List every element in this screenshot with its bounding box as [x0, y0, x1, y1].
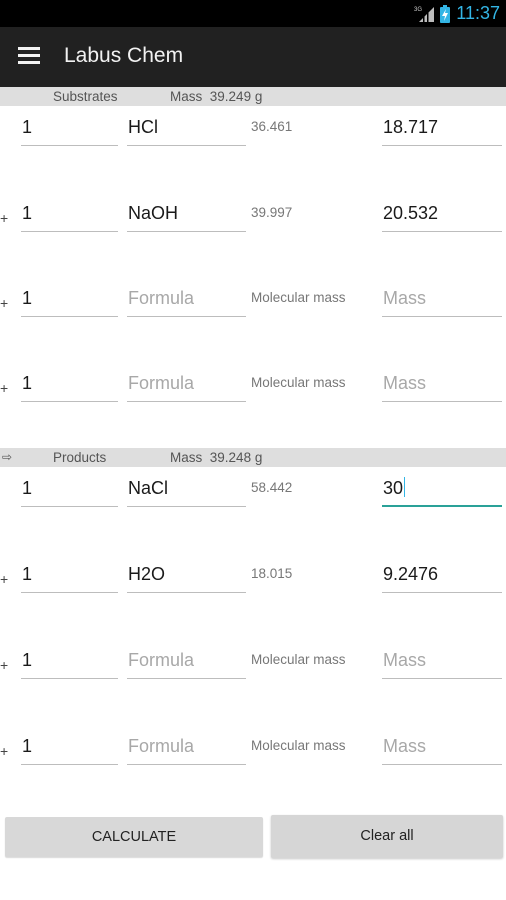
- status-bar: 3G 11:37: [0, 0, 506, 27]
- mass-input[interactable]: Mass: [382, 370, 502, 402]
- plus-sign: +: [0, 743, 9, 759]
- mass-input[interactable]: 18.717: [382, 114, 502, 146]
- plus-sign: +: [0, 571, 9, 587]
- substrates-total-mass: Mass 39.249 g: [170, 87, 262, 106]
- compound-row: +1 NaOH 39.997 20.532: [0, 200, 506, 240]
- products-mass-value: 39.248 g: [209, 450, 263, 465]
- coefficient-input[interactable]: 1: [21, 370, 118, 402]
- molecular-mass-value: Molecular mass: [251, 290, 346, 305]
- substrates-mass-value: 39.249 g: [209, 89, 263, 104]
- battery-icon: [440, 5, 450, 23]
- mass-input-text: 30: [383, 478, 404, 498]
- molecular-mass-value: 18.015: [251, 566, 293, 581]
- mass-input[interactable]: 30: [382, 475, 502, 507]
- molecular-mass-value: Molecular mass: [251, 652, 346, 667]
- formula-input[interactable]: Formula: [127, 285, 246, 317]
- coefficient-input[interactable]: 1: [21, 475, 118, 507]
- reaction-arrow-icon: ⇨: [2, 450, 13, 464]
- hamburger-menu-icon[interactable]: [18, 47, 40, 65]
- molecular-mass-value: Molecular mass: [251, 375, 346, 390]
- mass-input[interactable]: Mass: [382, 733, 502, 765]
- compound-row: +1 Formula Molecular mass Mass: [0, 370, 506, 410]
- substrates-mass-label: Mass: [170, 89, 203, 104]
- mass-input-text: Mass: [383, 373, 427, 393]
- calculate-button[interactable]: CALCULATE: [5, 817, 263, 857]
- app-title: Labus Chem: [64, 44, 184, 67]
- coefficient-input[interactable]: 1: [21, 647, 118, 679]
- mass-input-text: 9.2476: [383, 564, 439, 584]
- mass-input[interactable]: Mass: [382, 285, 502, 317]
- compound-row: +1 Formula Molecular mass Mass: [0, 733, 506, 773]
- compound-row: 1 HCl 36.461 18.717: [0, 114, 506, 154]
- products-header: ⇨ Products Mass 39.248 g: [0, 448, 506, 467]
- compound-row: +1 Formula Molecular mass Mass: [0, 647, 506, 687]
- action-bar: Labus Chem: [0, 27, 506, 87]
- mass-input-text: 18.717: [383, 117, 439, 137]
- formula-input[interactable]: NaCl: [127, 475, 246, 507]
- plus-sign: +: [0, 380, 9, 396]
- plus-sign: +: [0, 210, 9, 226]
- mass-input-text: 20.532: [383, 203, 439, 223]
- plus-sign: +: [0, 657, 9, 673]
- substrates-label: Substrates: [53, 89, 118, 104]
- coefficient-input[interactable]: 1: [21, 114, 118, 146]
- signal-icon: 3G: [414, 7, 434, 22]
- products-total-mass: Mass 39.248 g: [170, 448, 262, 467]
- network-type-label: 3G: [414, 7, 422, 13]
- coefficient-input[interactable]: 1: [21, 561, 118, 593]
- molecular-mass-value: 36.461: [251, 119, 293, 134]
- molecular-mass-value: 58.442: [251, 480, 293, 495]
- plus-sign: +: [0, 295, 9, 311]
- formula-input[interactable]: Formula: [127, 733, 246, 765]
- formula-input[interactable]: HCl: [127, 114, 246, 146]
- compound-row: 1 NaCl 58.442 30: [0, 475, 506, 515]
- formula-input[interactable]: H2O: [127, 561, 246, 593]
- clear-all-button[interactable]: Clear all: [271, 815, 503, 858]
- substrates-header: Substrates Mass 39.249 g: [0, 87, 506, 106]
- clock-time: 11:37: [456, 3, 500, 23]
- formula-input[interactable]: Formula: [127, 647, 246, 679]
- formula-input[interactable]: NaOH: [127, 200, 246, 232]
- mass-input-text: Mass: [383, 650, 427, 670]
- text-cursor: [404, 477, 406, 497]
- mass-input-text: Mass: [383, 736, 427, 756]
- coefficient-input[interactable]: 1: [21, 733, 118, 765]
- mass-input[interactable]: Mass: [382, 647, 502, 679]
- molecular-mass-value: Molecular mass: [251, 738, 346, 753]
- compound-row: +1 H2O 18.015 9.2476: [0, 561, 506, 601]
- coefficient-input[interactable]: 1: [21, 285, 118, 317]
- products-label: Products: [53, 450, 107, 465]
- formula-input[interactable]: Formula: [127, 370, 246, 402]
- mass-input[interactable]: 9.2476: [382, 561, 502, 593]
- compound-row: +1 Formula Molecular mass Mass: [0, 285, 506, 325]
- molecular-mass-value: 39.997: [251, 205, 293, 220]
- mass-input[interactable]: 20.532: [382, 200, 502, 232]
- coefficient-input[interactable]: 1: [21, 200, 118, 232]
- products-mass-label: Mass: [170, 450, 203, 465]
- mass-input-text: Mass: [383, 288, 427, 308]
